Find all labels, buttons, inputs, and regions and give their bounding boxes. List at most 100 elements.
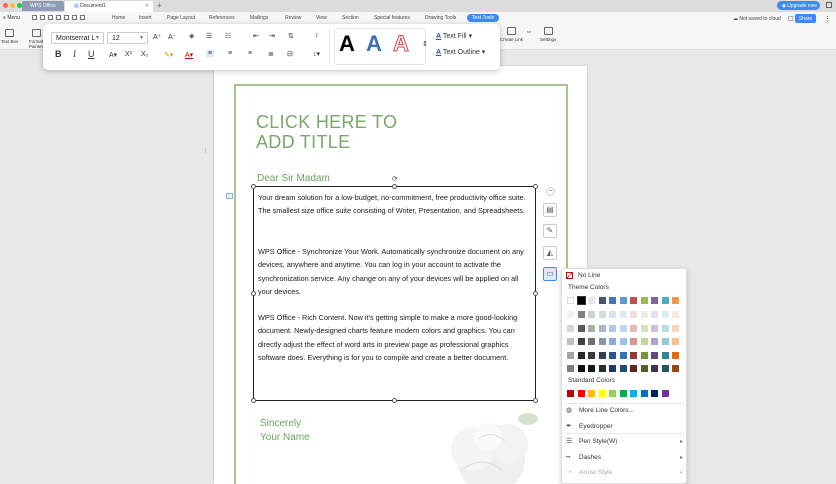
format-painter-tool[interactable]: Format Painter [28,29,44,49]
theme-color-swatch[interactable] [567,351,574,359]
dashes-option[interactable]: Dashes [579,454,601,461]
text-style-blue[interactable]: A [366,31,382,57]
theme-color-swatch[interactable] [672,324,679,332]
standard-color-swatch[interactable] [577,390,585,397]
theme-color-swatch[interactable] [630,324,637,332]
bold-button[interactable]: B [55,49,62,59]
theme-color-swatch[interactable] [661,297,669,304]
align-center-icon[interactable]: ≡ [228,50,232,57]
theme-color-swatch[interactable] [630,338,637,345]
text-direction-icon[interactable]: ⇅ [288,32,294,40]
closing-sincerely[interactable]: Sincerely [260,418,301,429]
minimize-window-button[interactable] [10,3,15,8]
theme-color-swatch[interactable] [651,365,658,372]
tab-view[interactable]: View [316,15,327,21]
theme-color-swatch[interactable] [577,338,585,345]
tab-special-features[interactable]: Special features [374,15,410,21]
standard-color-swatch[interactable] [567,390,574,397]
close-window-button[interactable] [3,3,8,8]
share-button[interactable]: Share [795,14,816,23]
resize-handle[interactable] [251,184,256,189]
theme-color-swatch[interactable] [651,324,658,332]
new-tab-button[interactable]: + [157,1,162,10]
theme-color-swatch[interactable] [640,297,648,304]
text-outline-button[interactable]: A Text Outline ▾ [436,48,485,56]
theme-color-swatch[interactable] [651,311,658,318]
paragraph-spacing-icon[interactable]: ↕▾ [313,50,320,58]
edit-icon[interactable]: ✎ [543,224,557,238]
theme-color-swatch[interactable] [576,296,586,305]
cloud-status[interactable]: ☁ Not saved to cloud [733,16,781,22]
theme-color-swatch[interactable] [672,338,679,345]
theme-color-swatch[interactable] [598,351,606,359]
more-line-colors-option[interactable]: More Line Colors... [579,407,634,414]
theme-color-swatch[interactable] [588,324,595,332]
save-icon[interactable] [48,15,53,20]
theme-color-swatch[interactable] [567,297,574,304]
justify-icon[interactable]: ≣ [268,50,274,58]
window-icon[interactable] [826,2,832,8]
theme-color-swatch[interactable] [651,351,658,359]
eyedropper-option[interactable]: Eyedropper [579,423,613,430]
italic-button[interactable]: I [73,49,76,59]
theme-color-swatch[interactable] [619,365,627,372]
open-icon[interactable] [40,15,45,20]
tab-review[interactable]: Review [285,15,301,21]
export-icon[interactable] [64,15,69,20]
upgrade-button[interactable]: ◆ Upgrade now [777,1,820,10]
decrease-indent-icon[interactable]: ⇤ [253,32,259,40]
theme-color-swatch[interactable] [567,311,574,318]
theme-color-swatch[interactable] [672,365,679,372]
tab-page-layout[interactable]: Page Layout [167,15,195,21]
tab-document[interactable]: ▤ Document1 ✕ [65,1,153,12]
paragraph-sync[interactable]: WPS Office - Synchronize Your Work. Auto… [258,245,534,299]
standard-color-swatch[interactable] [609,390,616,397]
theme-color-swatch[interactable] [619,338,627,345]
theme-color-swatch[interactable] [640,351,648,359]
theme-color-swatch[interactable] [588,351,595,359]
collapse-icon[interactable]: − [546,187,555,196]
theme-color-swatch[interactable] [609,311,616,318]
create-link-tool[interactable]: Create Link [500,27,523,42]
distribute-icon[interactable]: ⊟ [287,50,293,58]
text-style-solid[interactable]: A [339,31,355,57]
settings-tool[interactable]: Settings [540,27,556,42]
greeting[interactable]: Dear Sir Madam [257,173,330,184]
tab-text-tools[interactable]: Text Tools [467,14,500,22]
font-effects-icon[interactable]: A▾ [109,51,117,59]
theme-color-swatch[interactable] [661,351,669,359]
theme-color-swatch[interactable] [640,324,648,332]
theme-color-swatch[interactable] [630,365,637,372]
pen-style-option[interactable]: Pen Style(W) [579,438,617,445]
standard-color-swatch[interactable] [651,390,658,397]
undo-icon[interactable] [72,15,77,20]
theme-color-swatch[interactable] [661,338,669,345]
text-fill-button[interactable]: A Text Fill ▾ [436,32,472,40]
theme-color-swatch[interactable] [609,297,616,304]
resize-handle[interactable] [392,398,397,403]
standard-color-swatch[interactable] [619,390,627,397]
theme-color-swatch[interactable] [672,311,679,318]
rotate-handle-icon[interactable]: ⟳ [392,175,398,183]
superscript-icon[interactable]: X² [125,51,132,58]
no-line-option[interactable]: No Line [578,272,600,279]
theme-color-swatch[interactable] [598,297,606,304]
line-spacing-icon[interactable]: ↕ [315,32,319,39]
standard-color-swatch[interactable] [598,390,606,397]
tab-mailings[interactable]: Mailings [250,15,268,21]
theme-color-swatch[interactable] [577,351,585,359]
tab-references[interactable]: References [209,15,235,21]
more-icon[interactable]: ⋮ [824,15,831,23]
theme-color-swatch[interactable] [609,351,616,359]
new-icon[interactable] [32,15,37,20]
text-box-tool[interactable]: Text Box [1,29,18,44]
theme-color-swatch[interactable] [630,351,637,359]
increase-font-icon[interactable]: A⁺ [153,33,161,41]
theme-color-swatch[interactable] [651,297,658,304]
align-left-icon[interactable]: ≡ [206,50,215,57]
theme-color-swatch[interactable] [630,311,637,318]
theme-color-swatch[interactable] [598,324,606,332]
standard-color-swatch[interactable] [588,390,595,397]
paragraph-content[interactable]: WPS Office - Rich Content. Now it's gett… [258,311,534,365]
theme-color-swatch[interactable] [619,324,627,332]
